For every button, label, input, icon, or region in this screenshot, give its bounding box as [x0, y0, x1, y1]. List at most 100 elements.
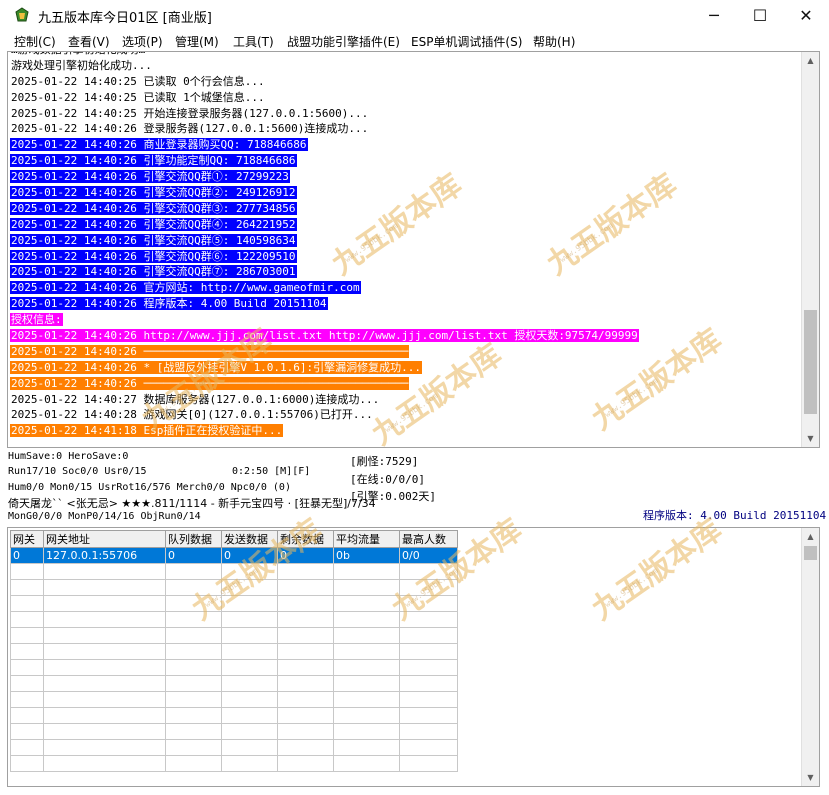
table-row[interactable]: 0 127.0.0.1:55706 0 0 0 0b 0/0	[10, 547, 458, 564]
minimize-button[interactable]: ─	[691, 0, 737, 31]
scroll-thumb[interactable]	[804, 310, 817, 414]
log-line-text: …游戏数据引擎初始化成功…	[10, 52, 146, 56]
table-cell	[43, 579, 166, 596]
table-cell	[43, 707, 166, 724]
maximize-button[interactable]: ☐	[737, 0, 783, 31]
menu-options[interactable]: 选项(P)	[122, 33, 163, 50]
table-cell	[221, 723, 278, 740]
gateway-grid[interactable]: 网关 网关地址 队列数据 发送数据 剩余数据 平均流量 最高人数 0 127.0.…	[7, 527, 820, 787]
table-cell	[277, 627, 334, 644]
menu-help[interactable]: 帮助(H)	[533, 33, 575, 50]
table-cell	[10, 707, 44, 724]
grid-scrollbar[interactable]: ▲ ▼	[801, 528, 819, 786]
table-cell	[10, 691, 44, 708]
col-queue-data[interactable]: 队列数据	[165, 530, 222, 548]
window-title: 九五版本库今日01区 [商业版]	[38, 11, 212, 26]
log-line-text: 2025-01-22 14:40:26 引擎交流QQ群③: 277734856	[10, 201, 297, 215]
table-row-empty	[10, 675, 458, 692]
status-panel: HumSave:0 HeroSave:0 Run17/10 Soc0/0 Usr…	[0, 447, 829, 527]
log-line-text: 2025-01-22 14:40:26 引擎交流QQ群⑤: 140598634	[10, 233, 297, 247]
table-cell	[221, 643, 278, 660]
log-line-text: 2025-01-22 14:40:26 ────────────────────…	[10, 376, 410, 390]
menu-control[interactable]: 控制(C)	[14, 33, 56, 50]
menu-manage[interactable]: 管理(M)	[175, 33, 219, 50]
menu-tools[interactable]: 工具(T)	[233, 33, 274, 50]
col-gateway-address[interactable]: 网关地址	[43, 530, 166, 548]
table-cell	[165, 675, 222, 692]
table-cell	[221, 563, 278, 580]
table-cell	[43, 627, 166, 644]
log-line: 2025-01-22 14:40:26 引擎功能定制QQ: 718846686	[10, 153, 805, 169]
log-line: 2025-01-22 14:40:26 引擎交流QQ群⑦: 286703001	[10, 264, 805, 280]
table-row-empty	[10, 611, 458, 628]
table-cell	[43, 643, 166, 660]
status-engine: [引擎:0.002天]	[350, 490, 436, 503]
log-panel[interactable]: …游戏数据引擎初始化成功… 游戏处理引擎初始化成功... 2025-01-22 14…	[7, 51, 820, 448]
table-cell	[10, 595, 44, 612]
table-row-empty	[10, 723, 458, 740]
table-cell	[399, 611, 458, 628]
table-cell	[277, 675, 334, 692]
grid-scroll-thumb[interactable]	[804, 546, 817, 560]
table-cell	[43, 691, 166, 708]
table-cell	[10, 643, 44, 660]
log-scrollbar[interactable]: ▲ ▼	[801, 52, 819, 447]
table-cell: 127.0.0.1:55706	[43, 547, 166, 564]
table-cell	[333, 643, 400, 660]
log-line-text: 2025-01-22 14:40:26 官方网站: http://www.gam…	[10, 281, 361, 295]
table-cell	[277, 723, 334, 740]
table-cell: 0	[165, 547, 222, 564]
grid-scroll-up-icon[interactable]: ▲	[802, 528, 819, 545]
table-cell	[277, 691, 334, 708]
table-cell	[277, 739, 334, 756]
col-avg-traffic[interactable]: 平均流量	[333, 530, 400, 548]
menu-view[interactable]: 查看(V)	[68, 33, 110, 50]
table-cell: 0/0	[399, 547, 458, 564]
log-line-text: 2025-01-22 14:40:27 数据库服务器(127.0.0.1:600…	[11, 392, 380, 406]
table-cell	[333, 563, 400, 580]
log-line-text: 授权信息:	[10, 313, 63, 327]
table-cell	[277, 755, 334, 772]
status-run: Run17/10 Soc0/0 Usr0/15	[8, 466, 147, 477]
col-remaining-data[interactable]: 剩余数据	[277, 530, 334, 548]
table-cell	[333, 659, 400, 676]
col-max-users[interactable]: 最高人数	[399, 530, 458, 548]
table-cell	[165, 707, 222, 724]
table-cell	[399, 563, 458, 580]
log-line: 2025-01-22 14:40:25 开始连接登录服务器(127.0.0.1:…	[10, 106, 805, 122]
table-row-empty	[10, 563, 458, 580]
table-cell	[165, 643, 222, 660]
table-cell	[43, 659, 166, 676]
table-cell	[333, 691, 400, 708]
table-cell	[277, 579, 334, 596]
table-cell: 0	[10, 547, 44, 564]
table-row-empty	[10, 659, 458, 676]
log-line-text: 2025-01-22 14:40:26 引擎交流QQ群⑥: 122209510	[10, 249, 297, 263]
log-line: 2025-01-22 14:40:26 * [战盟反外挂引擎V 1.0.1.6]…	[10, 360, 805, 376]
table-cell	[333, 723, 400, 740]
table-cell	[221, 675, 278, 692]
log-line: 2025-01-22 14:40:26 官方网站: http://www.gam…	[10, 280, 805, 296]
log-line: 2025-01-22 14:40:28 游戏网关[0](127.0.0.1:55…	[10, 407, 805, 423]
log-line: 2025-01-22 14:40:27 数据库服务器(127.0.0.1:600…	[10, 392, 805, 408]
scroll-down-icon[interactable]: ▼	[802, 430, 819, 447]
table-cell	[221, 595, 278, 612]
status-version: 程序版本: 4.00 Build 20151104	[643, 509, 827, 522]
table-cell	[165, 579, 222, 596]
col-send-data[interactable]: 发送数据	[221, 530, 278, 548]
col-gateway[interactable]: 网关	[10, 530, 44, 548]
table-cell	[277, 659, 334, 676]
status-player: 倚天屠龙`` <张无忌> ★★★.811/1114 - 新手元宝四号 · [狂暴…	[8, 497, 376, 510]
status-save: HumSave:0 HeroSave:0	[8, 451, 129, 462]
scroll-up-icon[interactable]: ▲	[802, 52, 819, 69]
table-cell	[399, 755, 458, 772]
title-bar[interactable]: 九五版本库今日01区 [商业版] ─ ☐ ✕	[0, 0, 829, 31]
log-line: 2025-01-22 14:40:26 程序版本: 4.00 Build 201…	[10, 296, 805, 312]
log-line-text: 2025-01-22 14:40:26 引擎交流QQ群①: 27299223	[10, 170, 290, 184]
log-line-text: 2025-01-22 14:40:26 * [战盟反外挂引擎V 1.0.1.6]…	[10, 360, 423, 374]
grid-scroll-down-icon[interactable]: ▼	[802, 769, 819, 786]
close-button[interactable]: ✕	[783, 0, 829, 31]
menu-engine-plugin[interactable]: 战盟功能引擎插件(E)	[287, 33, 400, 50]
menu-esp-plugin[interactable]: ESP单机调试插件(S)	[411, 33, 522, 50]
table-cell	[43, 563, 166, 580]
